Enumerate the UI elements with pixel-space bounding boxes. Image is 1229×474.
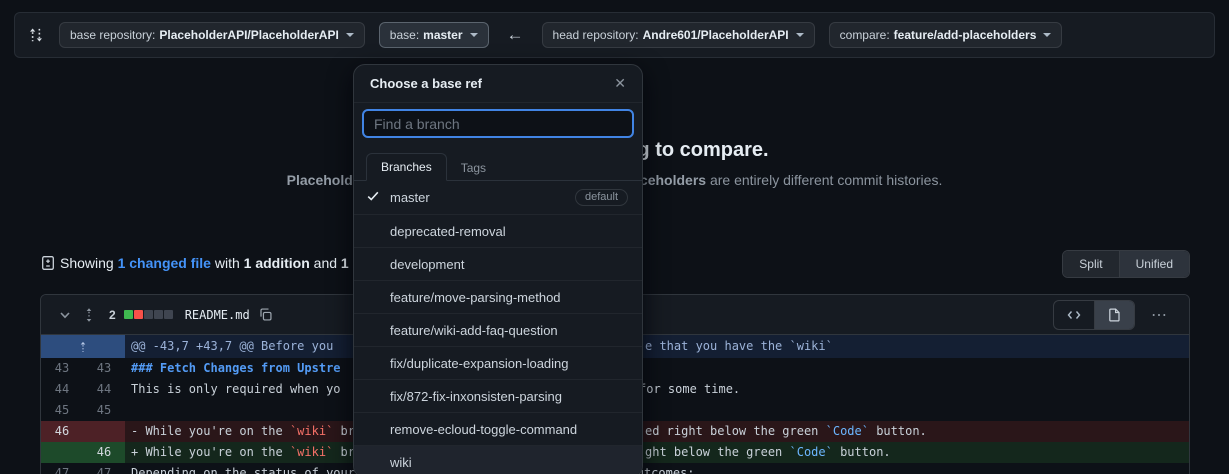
head-repository-value: Andre601/PlaceholderAPI: [643, 28, 789, 42]
note-tail-text: are entirely different commit histories.: [706, 172, 942, 188]
branch-search-input[interactable]: [362, 109, 634, 138]
branch-item-fix/872-fix-inxonsisten-parsing[interactable]: fix/872-fix-inxonsisten-parsing: [354, 379, 642, 412]
compare-branch-prefix: compare:: [840, 28, 890, 42]
copy-file-path-icon[interactable]: [258, 307, 273, 322]
old-line-number[interactable]: 47: [41, 463, 83, 474]
branch-search: [362, 109, 634, 138]
head-repository-selector[interactable]: head repository: Andre601/PlaceholderAPI: [542, 22, 815, 48]
branch-item-wiki[interactable]: wiki: [354, 445, 642, 474]
default-branch-badge: default: [575, 189, 628, 206]
diff-code-cell: - While you're on the `wiki` bred right …: [125, 421, 1189, 442]
branch-name: fix/duplicate-expansion-loading: [390, 356, 628, 371]
new-line-number[interactable]: 45: [83, 400, 125, 421]
diffstat-square: [164, 310, 173, 319]
base-repository-prefix: base repository:: [70, 28, 155, 42]
base-repository-selector[interactable]: base repository: PlaceholderAPI/Placehol…: [59, 22, 365, 48]
file-options-kebab-icon[interactable]: ⋯: [1141, 301, 1179, 329]
branch-item-master[interactable]: master default: [354, 181, 642, 214]
rich-diff-button[interactable]: [1094, 301, 1134, 329]
branch-item-development[interactable]: development: [354, 247, 642, 280]
new-line-number[interactable]: 44: [83, 379, 125, 400]
diff-code-cell: @@ -43,7 +43,7 @@ Before you e that you …: [125, 335, 1189, 358]
diff-code-cell: This is only required when yofor some ti…: [125, 379, 1189, 400]
old-line-number[interactable]: 46: [41, 421, 83, 442]
old-line-number[interactable]: [41, 442, 83, 463]
changed-files-link[interactable]: 1 changed file: [118, 255, 211, 271]
dropdown-title: Choose a base ref: [370, 76, 614, 91]
diffstat-squares: [124, 310, 173, 319]
dropdown-tabs: BranchesTags: [354, 152, 642, 181]
caret-down-icon: [346, 33, 354, 41]
old-line-number[interactable]: 44: [41, 379, 83, 400]
git-compare-icon: [27, 26, 45, 44]
tab-branches[interactable]: Branches: [366, 153, 447, 181]
diff-code-cell: + While you're on the `wiki` brght below…: [125, 442, 1189, 463]
diffstat-square: [144, 310, 153, 319]
summary-mid2: and: [310, 255, 341, 271]
summary-prefix: Showing: [60, 255, 118, 271]
base-ref-dropdown: Choose a base ref ✕ BranchesTags masterd…: [353, 64, 643, 474]
split-view-button[interactable]: Split: [1063, 251, 1118, 277]
caret-down-icon: [1043, 33, 1051, 41]
collapse-file-chevron-icon[interactable]: [57, 307, 73, 323]
dropdown-header: Choose a base ref ✕: [354, 65, 642, 103]
diffstat-square: [154, 310, 163, 319]
branch-list: master default deprecated-removal developme…: [354, 181, 642, 474]
diff-code-cell: Depending on the status of your branch c…: [125, 463, 1189, 474]
branch-name: remove-ecloud-toggle-command: [390, 422, 628, 437]
compare-branch-value: feature/add-placeholders: [894, 28, 1037, 42]
branch-name: feature/move-parsing-method: [390, 290, 628, 305]
diff-display-toggle: [1053, 300, 1135, 330]
file-diff-icon: [40, 255, 56, 271]
new-line-number[interactable]: [83, 421, 125, 442]
caret-down-icon: [470, 33, 478, 41]
branch-item-remove-ecloud-toggle-command[interactable]: remove-ecloud-toggle-command: [354, 412, 642, 445]
check-icon: [366, 189, 380, 203]
file-name: README.md: [185, 308, 250, 322]
branch-name: deprecated-removal: [390, 224, 628, 239]
branch-item-feature/move-parsing-method[interactable]: feature/move-parsing-method: [354, 280, 642, 313]
close-icon[interactable]: ✕: [614, 75, 626, 92]
new-line-number[interactable]: 47: [83, 463, 125, 474]
branch-name: fix/872-fix-inxonsisten-parsing: [390, 389, 628, 404]
branch-name: master: [390, 190, 567, 205]
compare-refs-bar: base repository: PlaceholderAPI/Placehol…: [14, 12, 1215, 58]
expand-up-icon[interactable]: [41, 335, 125, 358]
diff-view-toggle: Split Unified: [1062, 250, 1190, 278]
base-repository-value: PlaceholderAPI/PlaceholderAPI: [159, 28, 338, 42]
diff-code-cell: ### Fetch Changes from Upstre: [125, 358, 1189, 379]
old-line-number[interactable]: 45: [41, 400, 83, 421]
base-branch-selector[interactable]: base: master: [379, 22, 489, 48]
expand-all-icon[interactable]: [81, 307, 97, 323]
branch-name: wiki: [390, 455, 628, 470]
new-line-number[interactable]: 46: [83, 442, 125, 463]
branch-item-feature/wiki-add-faq-question[interactable]: feature/wiki-add-faq-question: [354, 313, 642, 346]
caret-down-icon: [796, 33, 804, 41]
diffstat-count: 2: [109, 308, 116, 322]
source-view-button[interactable]: [1054, 301, 1094, 329]
branch-name: development: [390, 257, 628, 272]
summary-mid1: with: [211, 255, 244, 271]
branch-item-deprecated-removal[interactable]: deprecated-removal: [354, 214, 642, 247]
old-line-number[interactable]: 43: [41, 358, 83, 379]
base-branch-prefix: base:: [390, 28, 419, 42]
unified-view-button[interactable]: Unified: [1119, 251, 1189, 277]
base-branch-value: master: [423, 28, 462, 42]
compare-branch-selector[interactable]: compare: feature/add-placeholders: [829, 22, 1063, 48]
diffstat-square: [134, 310, 143, 319]
diff-code-cell: [125, 400, 1189, 421]
branch-item-fix/duplicate-expansion-loading[interactable]: fix/duplicate-expansion-loading: [354, 346, 642, 379]
branch-name: feature/wiki-add-faq-question: [390, 323, 628, 338]
diffstat-square: [124, 310, 133, 319]
head-repository-prefix: head repository:: [553, 28, 639, 42]
tab-tags[interactable]: Tags: [447, 155, 500, 181]
additions-count: 1 addition: [244, 255, 310, 271]
arrow-left-icon: ←: [503, 25, 528, 45]
new-line-number[interactable]: 43: [83, 358, 125, 379]
